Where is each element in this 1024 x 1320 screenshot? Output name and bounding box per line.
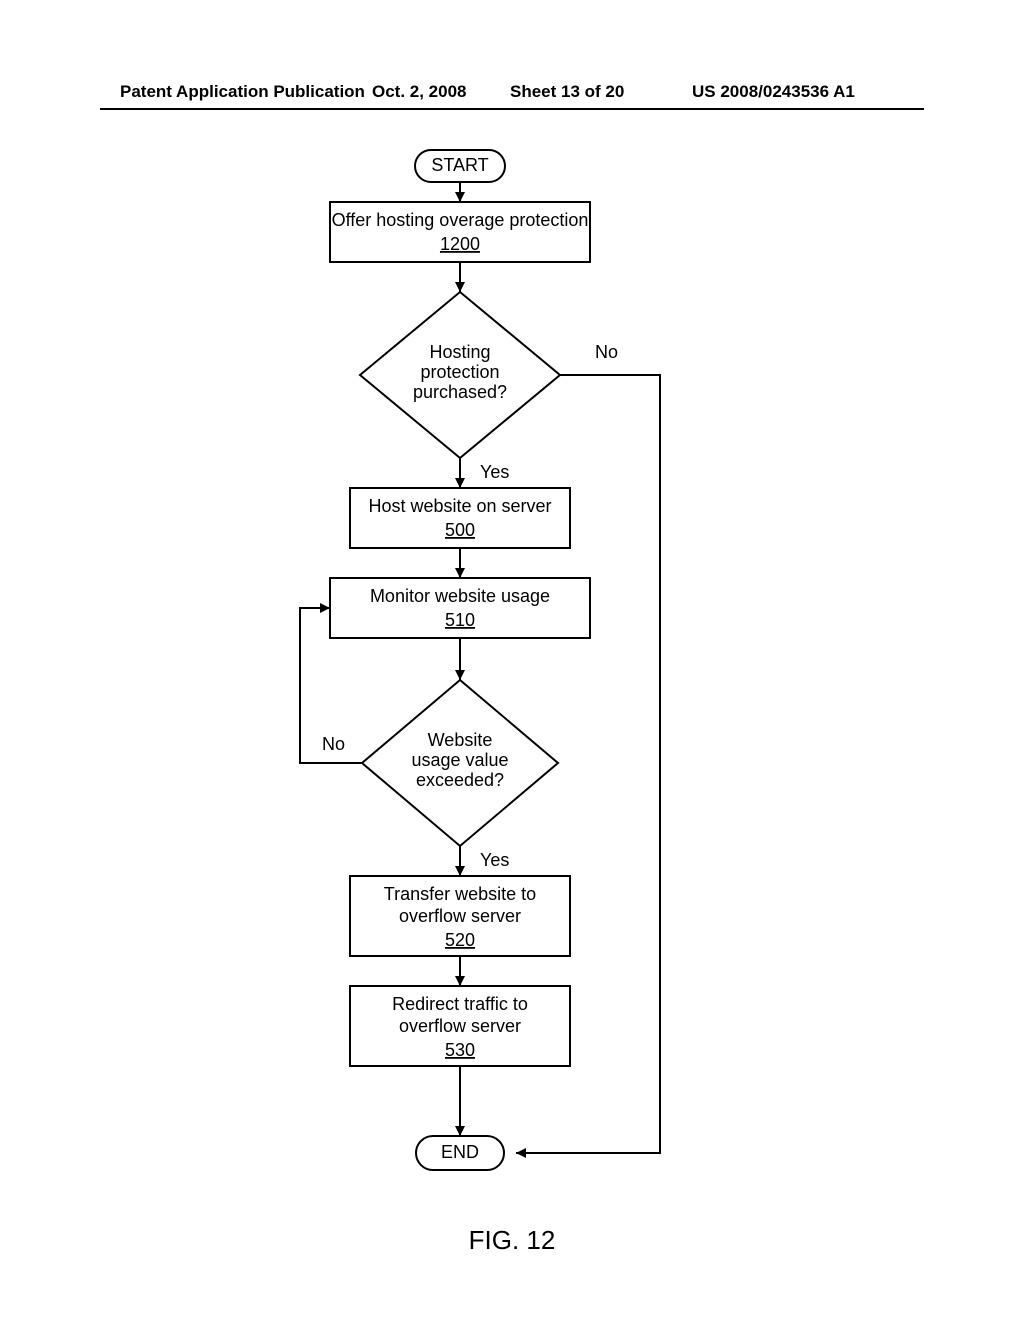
d1-l3: purchased? <box>413 382 507 402</box>
d1-no-label: No <box>595 342 618 362</box>
start-label: START <box>431 155 488 175</box>
redirect-ref: 530 <box>445 1040 475 1060</box>
header-left: Patent Application Publication <box>120 82 365 102</box>
monitor-text: Monitor website usage <box>370 586 550 606</box>
transfer-ref: 520 <box>445 930 475 950</box>
redirect-l1: Redirect traffic to <box>392 994 528 1014</box>
d2-yes-label: Yes <box>480 850 509 870</box>
monitor-ref: 510 <box>445 610 475 630</box>
end-label: END <box>441 1142 479 1162</box>
host-ref: 500 <box>445 520 475 540</box>
d1-l1: Hosting <box>429 342 490 362</box>
d2-no-label: No <box>322 734 345 754</box>
transfer-l1: Transfer website to <box>384 884 536 904</box>
header-sheet: Sheet 13 of 20 <box>510 82 624 102</box>
header-rule <box>100 108 924 110</box>
header-pubno: US 2008/0243536 A1 <box>692 82 855 102</box>
host-text: Host website on server <box>368 496 551 516</box>
flowchart: START Offer hosting overage protection 1… <box>0 140 1024 1220</box>
header-date: Oct. 2, 2008 <box>372 82 467 102</box>
offer-ref: 1200 <box>440 234 480 254</box>
d1-yes-label: Yes <box>480 462 509 482</box>
figure-caption: FIG. 12 <box>0 1225 1024 1256</box>
d2-l2: usage value <box>411 750 508 770</box>
d2-l1: Website <box>428 730 493 750</box>
redirect-l2: overflow server <box>399 1016 521 1036</box>
d2-l3: exceeded? <box>416 770 504 790</box>
d1-l2: protection <box>420 362 499 382</box>
transfer-l2: overflow server <box>399 906 521 926</box>
offer-text: Offer hosting overage protection <box>332 210 589 230</box>
